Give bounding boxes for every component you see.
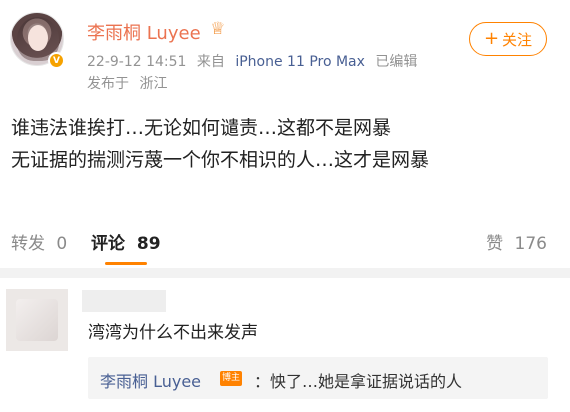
tab-comments-count: 89 [136,234,161,254]
post-datetime: 22-9-12 14:51 [87,54,187,70]
source-prefix: 来自 [196,54,225,70]
reply-text: ：怏了…她是拿证据说话的人 [254,372,463,391]
tab-comments[interactable]: 评论 89 [91,229,161,254]
plus-icon: + [483,28,500,49]
follow-button[interactable]: + 关注 [469,22,547,56]
comment-text: 湾湾为什么不出来发声 [88,323,258,343]
blogger-tag: 博主 [220,371,243,386]
verified-badge-icon: V [48,52,65,69]
tab-reposts-label: 转发 [11,234,45,254]
tab-likes-count: 176 [514,234,547,254]
post-meta: 22-9-12 14:51 来自 iPhone 11 Pro Max 已编辑 [87,51,417,71]
post-text-line: 谁违法谁挨打…无论如何谴责…这都不是网暴 [11,117,392,139]
author-name[interactable]: 李雨桐 Luyee [87,19,201,45]
reply-box[interactable]: 李雨桐 Luyee 博主 ：怏了…她是拿证据说话的人 [88,357,548,399]
post-tabs: 转发 0 评论 89 赞 176 [0,218,570,266]
commenter-avatar[interactable] [6,289,68,351]
reply-author[interactable]: 李雨桐 Luyee [100,368,201,392]
section-divider [0,268,570,278]
active-tab-indicator [105,262,147,265]
crown-icon: ♕ [210,19,226,39]
location-place: 浙江 [139,76,168,92]
post-content: 谁违法谁挨打…无论如何谴责…这都不是网暴 无证据的揣测污蔑一个你不相识的人…这才… [11,112,561,176]
post-location: 发布于 浙江 [87,73,167,93]
commenter-name-redacted [82,290,166,312]
tab-reposts[interactable]: 转发 0 [11,229,67,254]
tab-likes-label: 赞 [486,234,504,254]
avatar-face [28,25,48,51]
follow-label: 关注 [502,30,533,49]
edited-label[interactable]: 已编辑 [375,54,417,70]
post-text-line: 无证据的揣测污蔑一个你不相识的人…这才是网暴 [11,149,430,171]
post-source[interactable]: iPhone 11 Pro Max [235,54,365,70]
tab-reposts-count: 0 [56,234,68,254]
tab-comments-label: 评论 [91,234,125,254]
tab-likes[interactable]: 赞 176 [486,229,547,254]
location-label: 发布于 [87,76,129,92]
